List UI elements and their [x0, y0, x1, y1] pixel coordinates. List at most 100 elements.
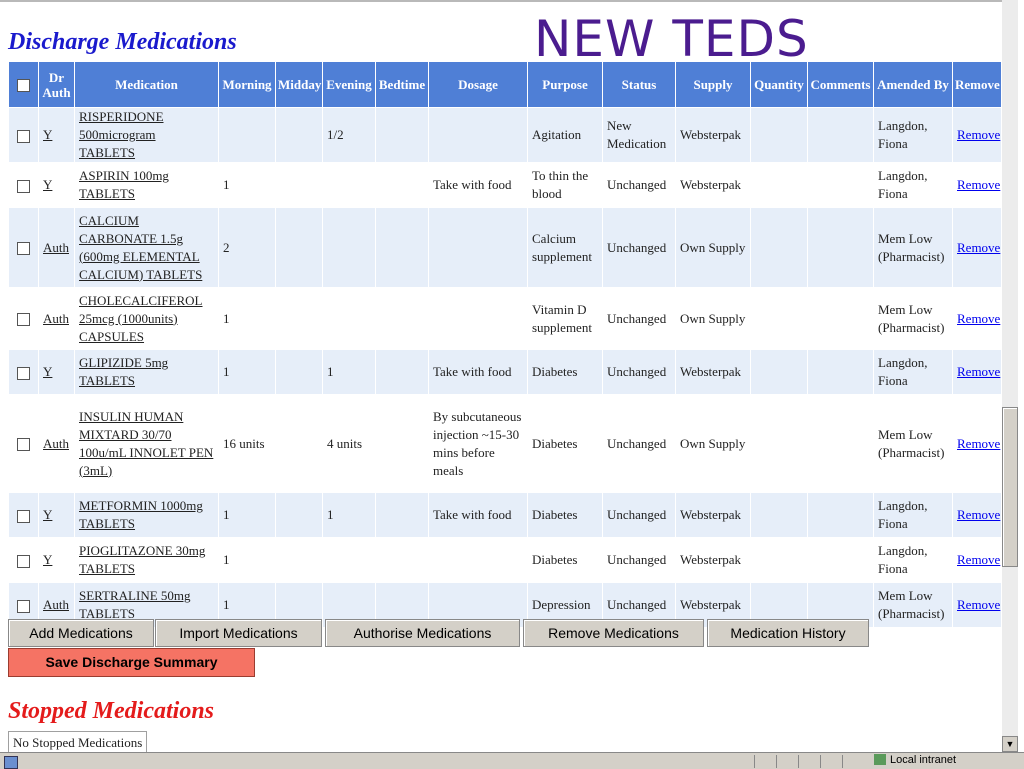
- amended-by-value: Mem Low (Pharmacist): [878, 426, 945, 460]
- bedtime-cell: [375, 162, 429, 208]
- purpose-value: Agitation: [532, 127, 582, 142]
- remove-cell: Remove: [952, 492, 1002, 538]
- auth-link[interactable]: Auth: [43, 240, 69, 255]
- remove-link[interactable]: Remove: [957, 311, 1000, 326]
- midday-cell: [275, 287, 323, 350]
- row-checkbox[interactable]: [17, 242, 30, 256]
- scrollbar-thumb[interactable]: [1002, 407, 1018, 567]
- row-checkbox[interactable]: [17, 554, 30, 568]
- auth-cell: Y: [38, 107, 75, 163]
- column-header: Dr Auth: [38, 61, 75, 108]
- row-checkbox[interactable]: [17, 129, 30, 143]
- evening-value: 1: [327, 364, 334, 379]
- medication-history-button[interactable]: Medication History: [707, 619, 869, 647]
- import-medications-button[interactable]: Import Medications: [155, 619, 322, 647]
- add-medications-button[interactable]: Add Medications: [8, 619, 154, 647]
- midday-cell: [275, 349, 323, 395]
- purpose-cell: Diabetes: [527, 394, 603, 493]
- select-all-checkbox-header[interactable]: [8, 61, 39, 108]
- bedtime-cell: [375, 394, 429, 493]
- dosage-cell: Take with food: [428, 349, 528, 395]
- auth-link[interactable]: Y: [43, 364, 52, 379]
- remove-link[interactable]: Remove: [957, 127, 1000, 142]
- amended-by-value: Langdon, Fiona: [878, 355, 928, 388]
- purpose-value: Diabetes: [532, 435, 578, 451]
- amended-by-value: Langdon, Fiona: [878, 543, 928, 576]
- medication-cell: PIOGLITAZONE 30mg TABLETS: [74, 537, 219, 583]
- medication-link[interactable]: GLIPIZIDE 5mg TABLETS: [79, 355, 168, 388]
- bedtime-cell: [375, 287, 429, 350]
- dosage-value: Take with food: [433, 177, 512, 192]
- medication-link[interactable]: RISPERIDONE 500microgram TABLETS: [79, 109, 164, 160]
- remove-link[interactable]: Remove: [957, 507, 1000, 522]
- remove-medications-button[interactable]: Remove Medications: [523, 619, 704, 647]
- column-header: Supply: [675, 61, 751, 108]
- page-icon: [4, 756, 18, 769]
- evening-cell: [322, 537, 376, 583]
- medication-link[interactable]: PIOGLITAZONE 30mg TABLETS: [79, 543, 205, 576]
- purpose-value: Diabetes: [532, 552, 578, 567]
- authorise-medications-button[interactable]: Authorise Medications: [325, 619, 520, 647]
- purpose-cell: Agitation: [527, 107, 603, 163]
- status-value: Unchanged: [607, 597, 667, 612]
- row-checkbox[interactable]: [17, 509, 30, 523]
- auth-link[interactable]: Auth: [43, 597, 69, 612]
- amended-by-cell: Langdon, Fiona: [873, 349, 953, 395]
- purpose-cell: Diabetes: [527, 492, 603, 538]
- save-discharge-summary-button[interactable]: Save Discharge Summary: [8, 648, 255, 677]
- row-checkbox[interactable]: [17, 313, 30, 327]
- select-all-checkbox[interactable]: [17, 79, 30, 93]
- quantity-cell: [750, 492, 808, 538]
- remove-link[interactable]: Remove: [957, 240, 1000, 255]
- medication-cell: GLIPIZIDE 5mg TABLETS: [74, 349, 219, 395]
- evening-value: 1/2: [327, 127, 344, 142]
- scroll-down-arrow-icon[interactable]: ▼: [1002, 736, 1018, 752]
- auth-link[interactable]: Y: [43, 552, 52, 567]
- auth-link[interactable]: Auth: [43, 311, 69, 326]
- quantity-cell: [750, 287, 808, 350]
- auth-link[interactable]: Y: [43, 507, 52, 522]
- remove-link[interactable]: Remove: [957, 364, 1000, 379]
- auth-link[interactable]: Auth: [43, 436, 69, 451]
- auth-cell: Auth: [38, 287, 75, 350]
- medication-link[interactable]: CHOLECALCIFEROL 25mcg (1000units) CAPSUL…: [79, 293, 203, 344]
- remove-cell: Remove: [952, 207, 1002, 288]
- remove-link[interactable]: Remove: [957, 552, 1000, 567]
- intranet-icon: [874, 754, 886, 765]
- medication-link[interactable]: CALCIUM CARBONATE 1.5g (600mg ELEMENTAL …: [79, 213, 202, 282]
- amended-by-cell: Mem Low (Pharmacist): [873, 582, 953, 628]
- status-value: Unchanged: [607, 435, 667, 451]
- remove-link[interactable]: Remove: [957, 436, 1000, 451]
- bedtime-cell: [375, 207, 429, 288]
- vertical-scrollbar[interactable]: [1002, 0, 1018, 752]
- morning-value: 1: [223, 507, 230, 522]
- row-checkbox-cell: [8, 162, 39, 208]
- row-checkbox[interactable]: [17, 599, 30, 613]
- auth-link[interactable]: Y: [43, 127, 52, 142]
- amended-by-value: Langdon, Fiona: [878, 498, 928, 531]
- auth-link[interactable]: Y: [43, 177, 52, 192]
- medication-link[interactable]: INSULIN HUMAN MIXTARD 30/70 100u/mL INNO…: [79, 409, 213, 478]
- status-cell: New Medication: [602, 107, 676, 163]
- row-checkbox[interactable]: [17, 366, 30, 380]
- medication-link[interactable]: SERTRALINE 50mg TABLETS: [79, 588, 191, 621]
- purpose-cell: Vitamin D supplement: [527, 287, 603, 350]
- remove-link[interactable]: Remove: [957, 177, 1000, 192]
- supply-cell: Websterpak: [675, 162, 751, 208]
- status-value: Unchanged: [607, 177, 667, 192]
- row-checkbox[interactable]: [17, 179, 30, 193]
- column-header: Amended By: [873, 61, 953, 108]
- remove-cell: Remove: [952, 349, 1002, 395]
- remove-cell: Remove: [952, 287, 1002, 350]
- dosage-cell: [428, 287, 528, 350]
- amended-by-cell: Langdon, Fiona: [873, 492, 953, 538]
- amended-by-cell: Mem Low (Pharmacist): [873, 287, 953, 350]
- medication-link[interactable]: METFORMIN 1000mg TABLETS: [79, 498, 203, 531]
- quantity-cell: [750, 207, 808, 288]
- remove-cell: Remove: [952, 162, 1002, 208]
- remove-link[interactable]: Remove: [957, 597, 1000, 612]
- row-checkbox[interactable]: [17, 438, 30, 452]
- supply-cell: Own Supply: [675, 207, 751, 288]
- medication-link[interactable]: ASPIRIN 100mg TABLETS: [79, 168, 169, 201]
- supply-value: Websterpak: [680, 177, 742, 192]
